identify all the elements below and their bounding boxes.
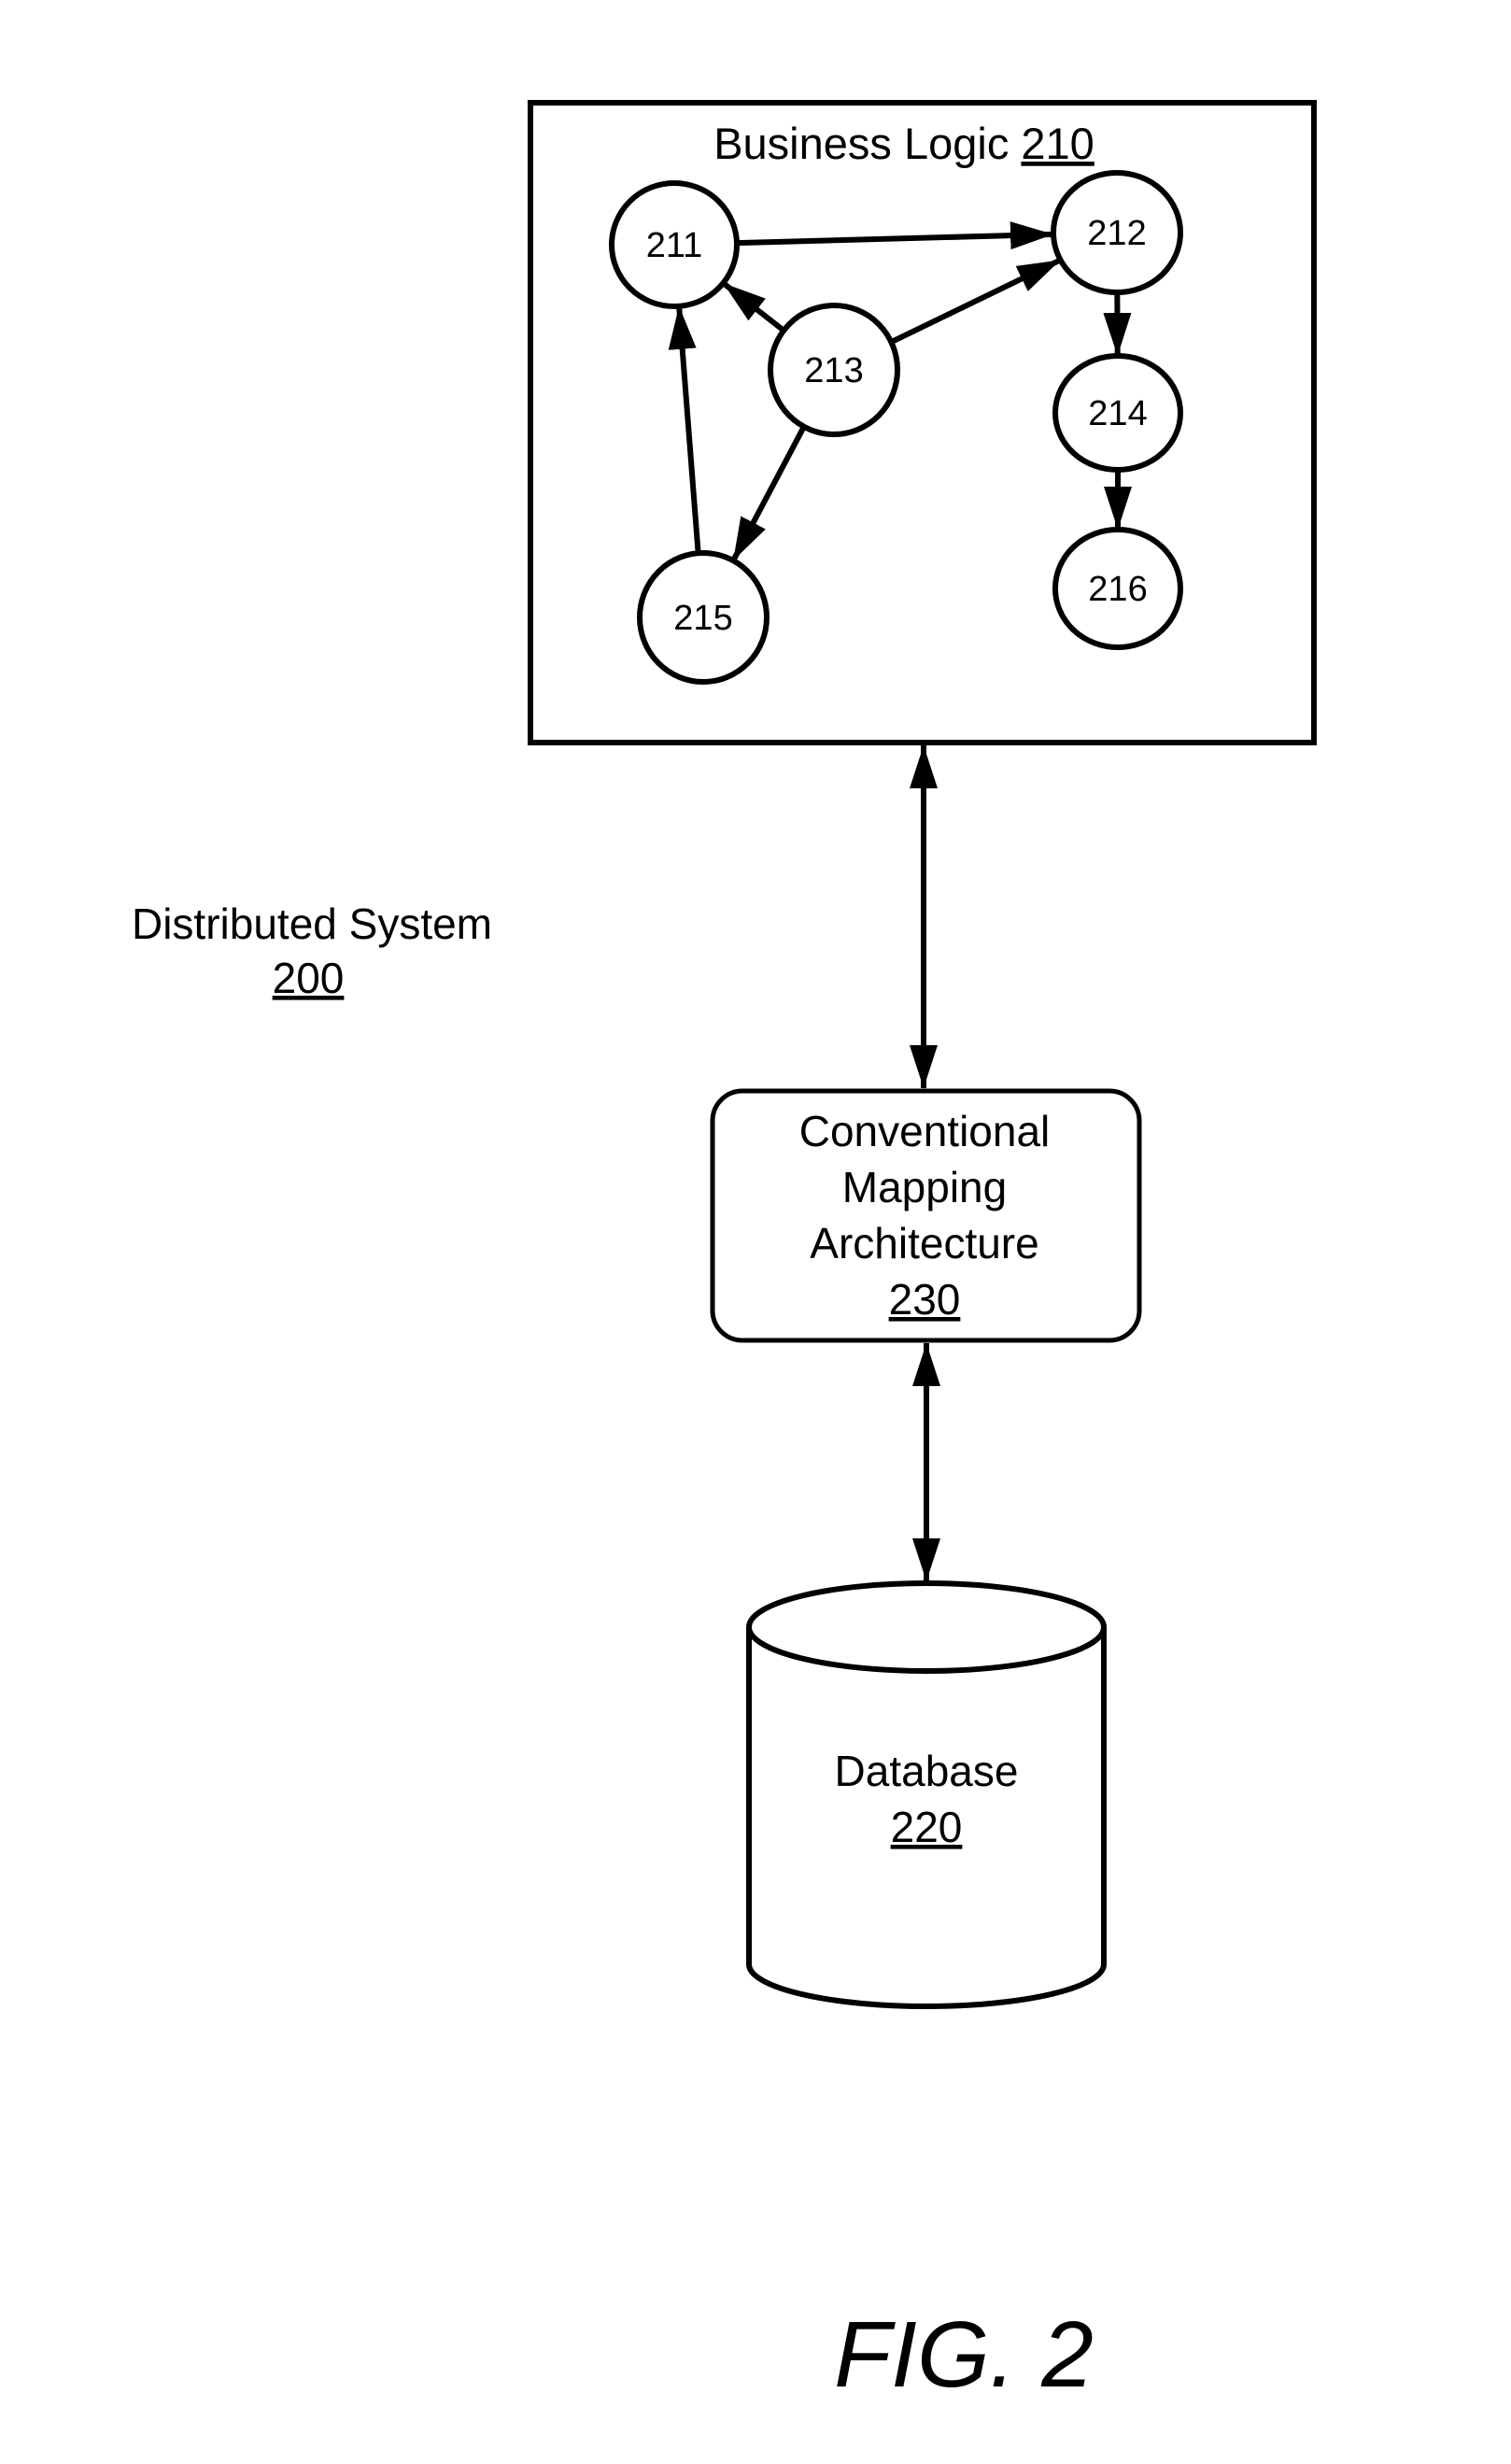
business-logic-ref: 210 — [1021, 119, 1094, 168]
node-label: 214 — [1088, 394, 1147, 433]
node-label: 211 — [646, 226, 703, 265]
mapping-line-2: Mapping — [842, 1163, 1007, 1211]
node-214: 214 — [1052, 353, 1183, 473]
node-211: 211 — [609, 180, 740, 309]
database-label: Database — [835, 1747, 1019, 1795]
figure-label: FIG. 2 — [834, 2302, 1094, 2407]
mapping-line-1: Conventional — [799, 1107, 1051, 1155]
system-label: Distributed System — [132, 899, 492, 948]
node-label: 212 — [1087, 214, 1146, 253]
database-ref: 220 — [891, 1803, 963, 1851]
mapping-ref: 230 — [889, 1275, 961, 1324]
node-label: 216 — [1088, 570, 1147, 609]
business-logic-title: Business Logic 210 — [713, 119, 1094, 168]
node-213: 213 — [768, 303, 900, 437]
node-212: 212 — [1051, 170, 1183, 295]
node-215: 215 — [637, 550, 770, 685]
mapping-architecture-box: Conventional Mapping Architecture 230 — [710, 1088, 1142, 1343]
database-cylinder: Database 220 — [746, 1580, 1107, 2009]
mapping-line-3: Architecture — [810, 1219, 1038, 1267]
node-label: 215 — [673, 599, 732, 638]
diagram-canvas: Business Logic 210 211 212 213 214 215 216 Co… — [132, 100, 1317, 2407]
system-ref: 200 — [273, 954, 345, 1002]
node-216: 216 — [1052, 527, 1183, 650]
node-label: 213 — [804, 351, 863, 390]
